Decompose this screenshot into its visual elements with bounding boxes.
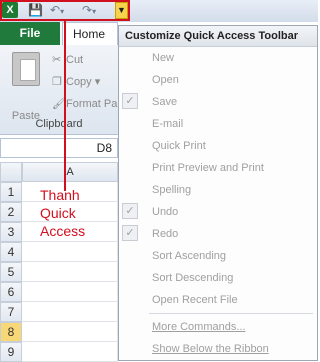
menu-item-save[interactable]: ✓ Save	[119, 91, 317, 113]
checkmark-icon: ✓	[122, 93, 138, 109]
row-header[interactable]: 4	[0, 242, 22, 262]
undo-icon[interactable]: ↶▾	[50, 3, 64, 18]
checkmark-icon: ✓	[122, 225, 138, 241]
menu-item-label: Open	[152, 74, 179, 86]
row-header-active[interactable]: 8	[0, 322, 22, 342]
ribbon: File Home Paste ✂ Cut ❐ Copy ▾ 🖌Format Pa …	[0, 22, 118, 135]
excel-logo-icon[interactable]: X	[2, 2, 18, 18]
menu-item-show-below-ribbon[interactable]: Show Below the Ribbon	[119, 338, 317, 360]
cut-label: Cut	[66, 54, 84, 66]
annotation-pointer-line	[64, 21, 66, 191]
column-header-a[interactable]: A	[22, 162, 118, 182]
row-header[interactable]: 1	[0, 182, 22, 202]
menu-item-e-mail[interactable]: E-mail	[119, 113, 317, 135]
more-commands-label: More Commands...	[152, 321, 246, 333]
show-below-label: Show Below the Ribbon	[152, 343, 269, 355]
menu-item-label: Open Recent File	[152, 294, 238, 306]
tab-file[interactable]: File	[0, 22, 60, 45]
checkmark-icon: ✓	[122, 203, 138, 219]
format-painter-button[interactable]: 🖌Format Pa	[52, 96, 117, 112]
paste-button[interactable]: Paste	[6, 52, 46, 122]
cell[interactable]	[22, 322, 118, 342]
cell[interactable]	[22, 282, 118, 302]
row-header[interactable]: 2	[0, 202, 22, 222]
clipboard-icon	[12, 52, 40, 86]
customize-qat-dropdown-button[interactable]: ▼	[115, 2, 128, 19]
menu-item-open-recent-file[interactable]: Open Recent File	[119, 289, 317, 311]
menu-item-open[interactable]: Open	[119, 69, 317, 91]
save-icon[interactable]: 💾	[28, 3, 43, 18]
row-header[interactable]: 6	[0, 282, 22, 302]
format-painter-label: Format Pa	[66, 98, 118, 110]
row-header[interactable]: 5	[0, 262, 22, 282]
cell[interactable]	[22, 262, 118, 282]
menu-item-spelling[interactable]: Spelling	[119, 179, 317, 201]
tab-home[interactable]: Home	[62, 22, 118, 45]
copy-button[interactable]: ❐ Copy ▾	[52, 74, 100, 90]
menu-item-label: Spelling	[152, 184, 192, 196]
cut-button[interactable]: ✂ Cut	[52, 52, 83, 68]
clipboard-group-label: Clipboard	[35, 118, 83, 130]
menu-item-sort-descending[interactable]: Sort Descending	[119, 267, 317, 289]
menu-item-new[interactable]: New	[119, 47, 317, 69]
menu-separator	[149, 313, 313, 314]
cell[interactable]	[22, 242, 118, 262]
menu-item-label: Print Preview and Print	[152, 162, 264, 174]
cell[interactable]	[22, 302, 118, 322]
annotation-line-1: Thanh	[40, 187, 80, 203]
menu-item-redo[interactable]: ✓ Redo	[119, 223, 317, 245]
row-header[interactable]: 3	[0, 222, 22, 242]
row-header[interactable]: 7	[0, 302, 22, 322]
cell[interactable]	[22, 342, 118, 362]
annotation-line-3: Access	[40, 223, 86, 239]
menu-item-sort-ascending[interactable]: Sort Ascending	[119, 245, 317, 267]
menu-item-label: Redo	[152, 228, 179, 240]
menu-item-label: Sort Descending	[152, 272, 234, 284]
annotation-text: Thanh Quick Access	[40, 186, 85, 240]
menu-item-quick-print[interactable]: Quick Print	[119, 135, 317, 157]
copy-label: Copy ▾	[66, 76, 101, 88]
menu-item-more-commands[interactable]: More Commands...	[119, 316, 317, 338]
menu-item-label: Sort Ascending	[152, 250, 226, 262]
select-all-corner[interactable]	[0, 162, 22, 182]
row-header[interactable]: 9	[0, 342, 22, 362]
annotation-line-2: Quick	[40, 205, 76, 221]
menu-title: Customize Quick Access Toolbar	[119, 26, 317, 47]
menu-item-undo[interactable]: ✓ Undo	[119, 201, 317, 223]
menu-item-label: Undo	[152, 206, 179, 218]
menu-item-label: E-mail	[152, 118, 184, 130]
quick-access-toolbar-highlight	[0, 0, 130, 21]
name-box[interactable]: D8	[0, 138, 118, 158]
menu-item-label: Quick Print	[152, 140, 206, 152]
customize-qat-menu: Customize Quick Access Toolbar New Open ✓ S…	[118, 25, 318, 361]
menu-item-label: New	[152, 52, 175, 64]
menu-item-label: Save	[152, 96, 178, 108]
redo-icon[interactable]: ↷▾	[82, 3, 96, 18]
menu-item-print-preview-and-print[interactable]: Print Preview and Print	[119, 157, 317, 179]
